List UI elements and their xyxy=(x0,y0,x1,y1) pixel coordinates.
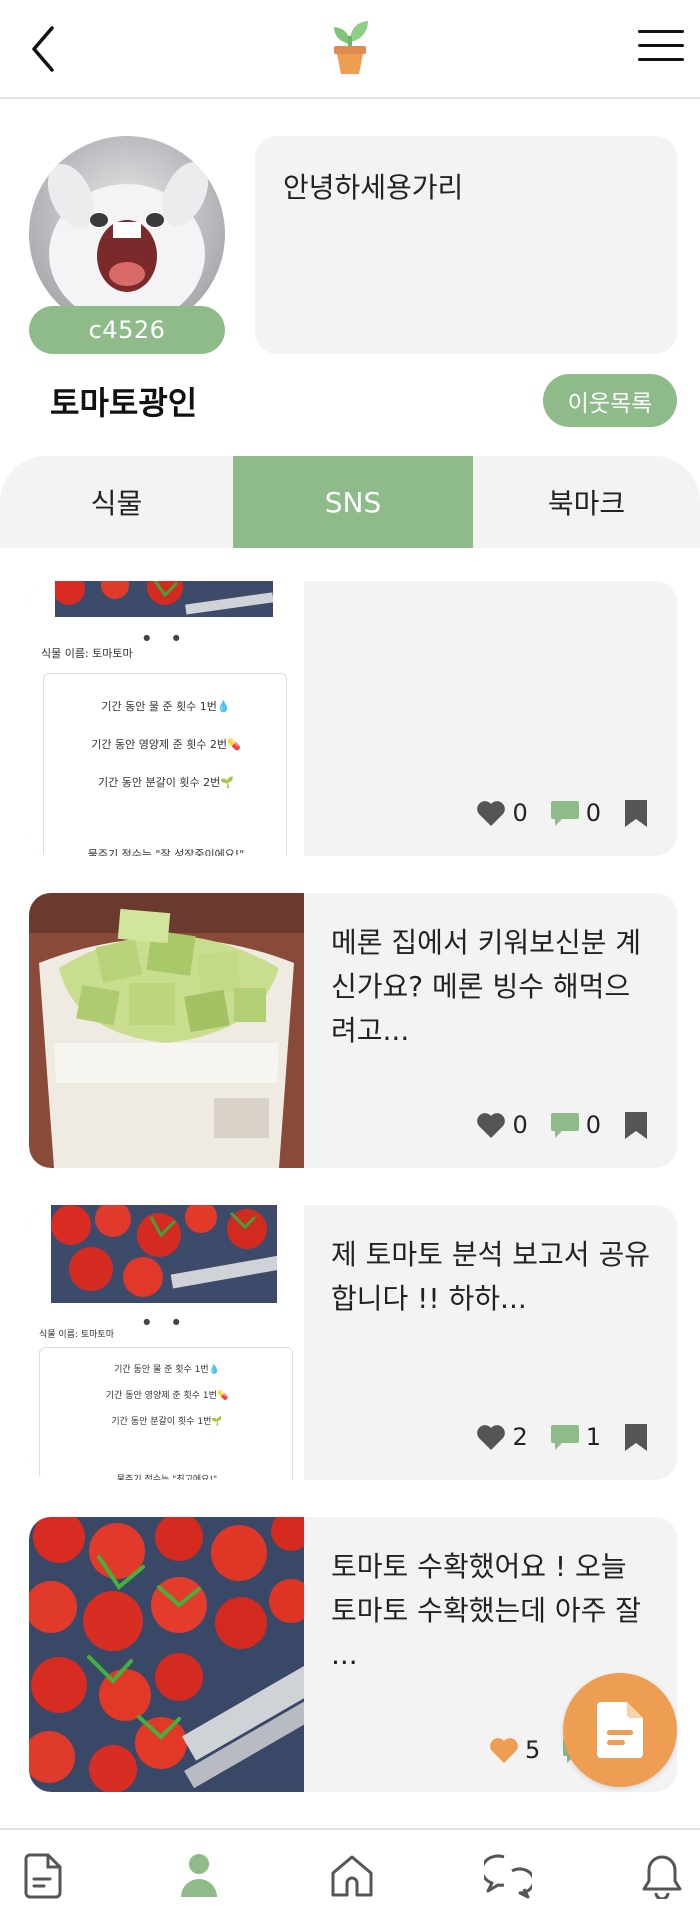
tab-sns[interactable]: SNS xyxy=(233,456,473,548)
bookmark-icon xyxy=(625,1112,647,1139)
comment-count: 1 xyxy=(585,1423,601,1451)
carousel-dots: ● ● xyxy=(143,633,190,642)
chevron-left-icon xyxy=(32,26,54,72)
comment-icon xyxy=(550,801,579,826)
post-preview-text: 제 토마토 분석 보고서 공유합니다 !! 하하... xyxy=(331,1238,650,1315)
tab-plants[interactable]: 식물 xyxy=(0,456,233,548)
report-line: 기간 동안 분갈이 횟수 1번🌱 xyxy=(111,1417,223,1427)
comment-icon xyxy=(550,1113,579,1138)
nav-chat[interactable] xyxy=(482,1850,534,1902)
post-preview-text: 토마토 수확했어요 ! 오늘 토마토 수확했는데 아주 잘 ... xyxy=(331,1550,642,1671)
write-post-button[interactable] xyxy=(563,1673,677,1787)
post-card[interactable]: 메론 집에서 키워보신분 계신가요? 메론 빙수 해먹으려고... 0 0 xyxy=(29,893,677,1168)
tomato-harvest-image xyxy=(29,1517,304,1792)
tomato-photo-strip xyxy=(55,581,273,617)
tomato-photo xyxy=(51,1205,277,1303)
post-card[interactable]: ● ● 식물 이름: 토마토마 기간 동안 물 준 횟수 1번💧 기간 동안 영… xyxy=(29,581,677,856)
report-line: 기간 동안 영양제 준 횟수 1번💊 xyxy=(105,1391,229,1401)
bookmark-group[interactable] xyxy=(623,798,649,828)
like-count: 5 xyxy=(525,1736,541,1764)
report-plant-name: 식물 이름: 토마토마 xyxy=(41,647,133,660)
like-count: 2 xyxy=(512,1423,528,1451)
report-screenshot: ● ● 식물 이름: 토마토마 기간 동안 물 준 횟수 1번💧 기간 동안 영… xyxy=(29,581,304,856)
post-thumbnail xyxy=(29,893,304,1168)
potted-sprout-icon xyxy=(334,21,368,74)
bio-text: 안녕하세용가리 xyxy=(283,171,464,204)
report-card: 기간 동안 물 준 횟수 1번💧 기간 동안 영양제 준 횟수 2번💊 기간 동… xyxy=(43,673,287,856)
carousel-dots: ● ● xyxy=(143,1317,190,1326)
post-thumbnail: ● ● 식물 이름: 토마토마 기간 동안 물 준 횟수 1번💧 기간 동안 영… xyxy=(29,1205,304,1480)
report-line: 기간 동안 물 준 횟수 1번💧 xyxy=(101,700,231,713)
report-plant-name: 식물 이름: 토마토마 xyxy=(39,1330,114,1340)
like-group[interactable]: 2 xyxy=(476,1423,528,1451)
bookmark-group[interactable] xyxy=(623,1422,649,1452)
person-icon xyxy=(181,1854,217,1897)
bookmark-icon xyxy=(625,1424,647,1451)
avatar[interactable] xyxy=(29,136,225,332)
like-group[interactable]: 5 xyxy=(489,1736,540,1764)
app-logo[interactable] xyxy=(326,18,374,76)
neighbors-list-button[interactable]: 이웃목록 xyxy=(543,374,677,427)
tab-bookmark[interactable]: 북마크 xyxy=(473,456,700,548)
nav-profile[interactable] xyxy=(173,1850,225,1902)
heart-icon xyxy=(477,801,506,826)
post-thumbnail: ● ● 식물 이름: 토마토마 기간 동안 물 준 횟수 1번💧 기간 동안 영… xyxy=(29,581,304,856)
nickname: 토마토광인 xyxy=(50,384,198,422)
bell-icon xyxy=(642,1855,682,1899)
comment-count: 0 xyxy=(585,799,601,827)
bio-box: 안녕하세용가리 xyxy=(255,136,677,354)
report-line: 물주기 점수는 "최고에요!" xyxy=(116,1475,218,1480)
comment-group[interactable]: 0 xyxy=(550,799,601,827)
chat-icon xyxy=(484,1854,532,1899)
heart-icon xyxy=(477,1113,506,1138)
comment-group[interactable]: 1 xyxy=(550,1423,601,1451)
top-bar xyxy=(0,0,700,99)
melon-bingsu-image xyxy=(29,893,304,1168)
comment-icon xyxy=(550,1425,579,1450)
home-icon xyxy=(331,1855,373,1897)
menu-button[interactable] xyxy=(638,28,684,64)
user-id-badge: c4526 xyxy=(29,306,225,354)
report-line: 물주기 점수는 "잘 성장중이에요!" xyxy=(87,848,245,856)
report-screenshot: ● ● 식물 이름: 토마토마 기간 동안 물 준 횟수 1번💧 기간 동안 영… xyxy=(29,1205,304,1480)
profile-tabs: 식물 SNS 북마크 xyxy=(0,456,700,548)
report-card: 기간 동안 물 준 횟수 1번💧 기간 동안 영양제 준 횟수 1번💊 기간 동… xyxy=(39,1347,293,1480)
nav-notifications[interactable] xyxy=(636,1850,688,1902)
comment-group[interactable]: 0 xyxy=(550,1111,601,1139)
post-meta: 2 1 xyxy=(476,1422,649,1452)
like-group[interactable]: 0 xyxy=(476,1111,528,1139)
post-thumbnail xyxy=(29,1517,304,1792)
bottom-navigation xyxy=(0,1828,700,1921)
document-icon xyxy=(597,1702,643,1758)
post-meta: 0 0 xyxy=(476,798,649,828)
heart-icon xyxy=(477,1425,506,1450)
nav-feed[interactable] xyxy=(18,1850,70,1902)
post-card[interactable]: ● ● 식물 이름: 토마토마 기간 동안 물 준 횟수 1번💧 기간 동안 영… xyxy=(29,1205,677,1480)
report-line: 기간 동안 물 준 횟수 1번💧 xyxy=(114,1365,220,1375)
report-line: 기간 동안 분갈이 횟수 2번🌱 xyxy=(98,776,234,789)
report-line: 기간 동안 영양제 준 횟수 2번💊 xyxy=(91,738,241,751)
like-count: 0 xyxy=(512,1111,528,1139)
comment-count: 0 xyxy=(585,1111,601,1139)
document-icon xyxy=(24,1853,62,1899)
hamburger-menu-icon xyxy=(638,30,684,61)
like-group[interactable]: 0 xyxy=(476,799,528,827)
avatar-image xyxy=(29,136,225,332)
post-preview-text: 메론 집에서 키워보신분 계신가요? 메론 빙수 해먹으려고... xyxy=(331,926,642,1047)
nav-home[interactable] xyxy=(326,1850,378,1902)
bookmark-group[interactable] xyxy=(623,1110,649,1140)
back-button[interactable] xyxy=(26,24,66,74)
post-meta: 0 0 xyxy=(476,1110,649,1140)
like-count: 0 xyxy=(512,799,528,827)
bookmark-icon xyxy=(625,800,647,827)
heart-icon xyxy=(490,1738,518,1763)
